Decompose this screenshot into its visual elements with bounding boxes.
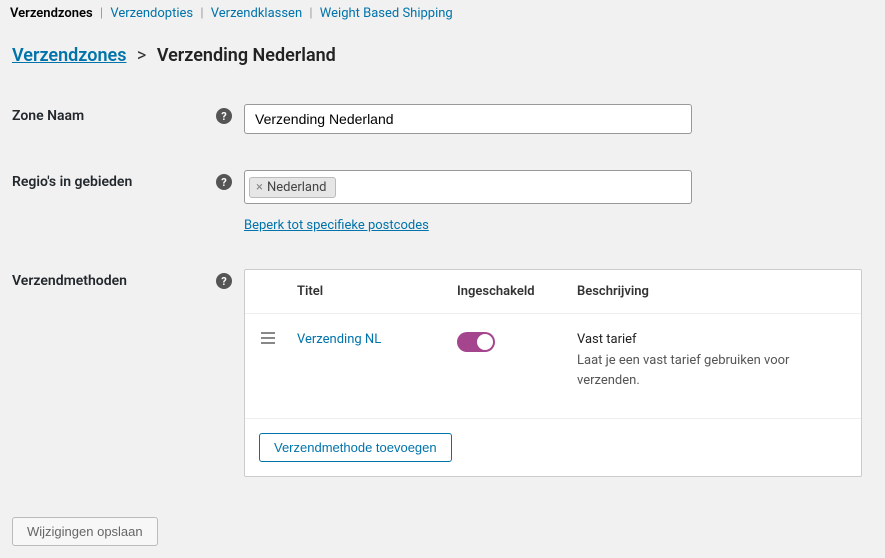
method-desc-title: Vast tarief (577, 332, 845, 347)
regions-label: Regio's in gebieden (12, 174, 132, 190)
column-title: Titel (297, 284, 457, 299)
region-tag-label: Nederland (267, 180, 327, 195)
help-icon[interactable]: ? (216, 273, 232, 289)
tab-weight-based-shipping[interactable]: Weight Based Shipping (320, 6, 453, 21)
column-enabled: Ingeschakeld (457, 284, 577, 299)
subnav-tabs: Verzendzones | Verzendopties | Verzendkl… (0, 0, 885, 27)
method-desc-text: Laat je een vast tarief gebruiken voor v… (577, 351, 845, 390)
region-tag[interactable]: × Nederland (249, 177, 336, 198)
zone-name-label: Zone Naam (12, 108, 84, 124)
enabled-toggle[interactable] (457, 332, 495, 352)
column-description: Beschrijving (577, 284, 845, 299)
drag-handle-icon[interactable] (261, 332, 275, 344)
breadcrumb-root[interactable]: Verzendzones (12, 45, 126, 66)
regions-input[interactable]: × Nederland (244, 170, 692, 204)
help-icon[interactable]: ? (216, 174, 232, 190)
breadcrumb-current: Verzending Nederland (157, 45, 336, 66)
limit-postcodes-link[interactable]: Beperk tot specifieke postcodes (244, 218, 429, 233)
methods-label: Verzendmethoden (12, 273, 127, 289)
breadcrumb: Verzendzones > Verzending Nederland (0, 27, 885, 76)
table-row: Verzending NL Vast tarief Laat je een va… (245, 314, 861, 419)
tab-verzendzones[interactable]: Verzendzones (10, 6, 93, 21)
remove-tag-icon[interactable]: × (256, 180, 263, 195)
tab-verzendopties[interactable]: Verzendopties (110, 6, 193, 21)
add-shipping-method-button[interactable]: Verzendmethode toevoegen (259, 433, 452, 462)
save-changes-button[interactable]: Wijzigingen opslaan (12, 517, 158, 546)
method-title-link[interactable]: Verzending NL (297, 332, 381, 347)
shipping-methods-table: Titel Ingeschakeld Beschrijving Verzendi… (244, 269, 862, 477)
tab-verzendklassen[interactable]: Verzendklassen (211, 6, 302, 21)
zone-name-input[interactable] (244, 104, 692, 134)
help-icon[interactable]: ? (216, 108, 232, 124)
